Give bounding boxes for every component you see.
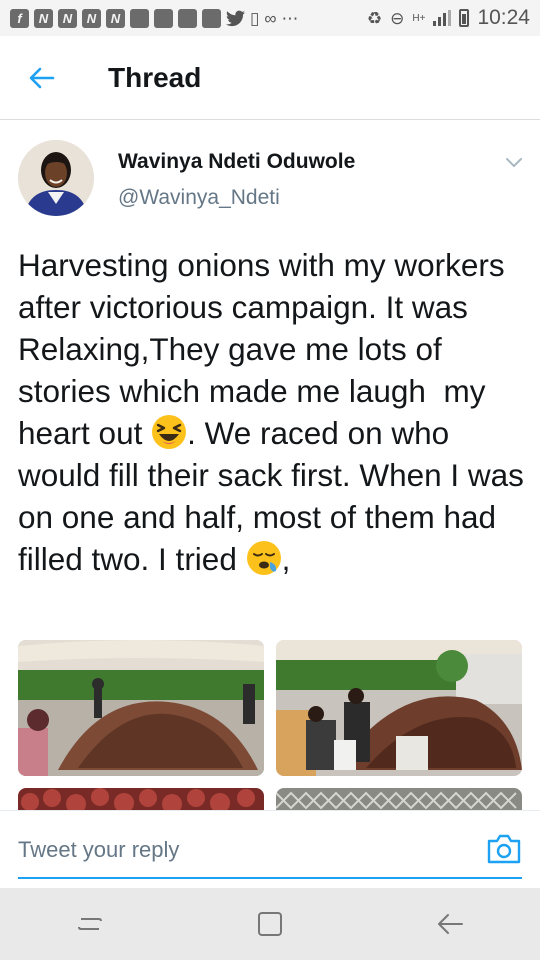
- back-icon: [438, 914, 463, 934]
- network-type-label: H+: [412, 12, 426, 24]
- twitter-icon: [226, 10, 245, 26]
- tweet-text: Harvesting onions with my workers after …: [18, 244, 528, 580]
- onion-harvest-photo-2: [276, 640, 522, 776]
- app-icon: [130, 8, 149, 28]
- system-icons: ♻ ⊖ H+ 10:24: [367, 6, 530, 30]
- voicemail-icon: ∞: [264, 8, 277, 28]
- recent-apps-icon: [78, 918, 102, 930]
- header: Thread: [0, 36, 540, 120]
- back-arrow-icon: [29, 67, 55, 88]
- home-button[interactable]: [240, 894, 300, 954]
- clock: 10:24: [477, 6, 530, 29]
- tweet: Wavinya Ndeti Oduwole @Wavinya_Ndeti Har…: [0, 120, 540, 818]
- author-handle[interactable]: @Wavinya_Ndeti: [118, 186, 280, 210]
- battery-icon: [459, 9, 470, 27]
- camera-icon[interactable]: [486, 833, 522, 865]
- onion-harvest-photo-1: [18, 640, 264, 776]
- status-bar: f N N N N ▯ ∞ ⋯ ♻ ⊖ H+ 10:24: [0, 0, 540, 36]
- reply-input[interactable]: Tweet your reply: [18, 837, 179, 863]
- avatar-image: [18, 140, 94, 216]
- n-icon: N: [106, 8, 125, 28]
- page-title: Thread: [108, 61, 202, 93]
- n-icon: N: [58, 8, 77, 28]
- tweet-author-row: Wavinya Ndeti Oduwole @Wavinya_Ndeti: [0, 120, 540, 220]
- n-icon: N: [34, 8, 53, 28]
- signal-icon: [433, 10, 452, 26]
- app-icon: [154, 8, 173, 28]
- reply-input-underline: [18, 877, 522, 879]
- recent-apps-button[interactable]: [60, 894, 120, 954]
- recycle-icon: ♻: [366, 8, 383, 28]
- app-icon: [202, 8, 221, 28]
- tweet-photo-2[interactable]: [276, 640, 522, 776]
- reply-bar: Tweet your reply: [0, 810, 540, 889]
- chevron-down-icon[interactable]: [500, 148, 528, 176]
- thread-screen: f N N N N ▯ ∞ ⋯ ♻ ⊖ H+ 10:24 Thread Wavi…: [0, 0, 540, 960]
- author-display-name[interactable]: Wavinya Ndeti Oduwole: [118, 150, 355, 174]
- facebook-icon: f: [10, 8, 29, 28]
- minus-circle-icon: ⊖: [390, 8, 405, 28]
- alert-icon: ▯: [250, 8, 260, 28]
- back-button[interactable]: [0, 36, 84, 120]
- notification-icons: f N N N N ▯ ∞ ⋯: [10, 8, 299, 28]
- system-back-button[interactable]: [420, 894, 480, 954]
- tweet-photo-1[interactable]: [18, 640, 264, 776]
- app-icon: [178, 8, 197, 28]
- system-nav-bar: [0, 888, 540, 960]
- n-icon: N: [82, 8, 101, 28]
- laughing-face-icon: [152, 415, 187, 449]
- avatar[interactable]: [18, 140, 94, 216]
- more-dots-icon: ⋯: [281, 8, 299, 28]
- tweet-text-part-3: ,: [281, 541, 291, 577]
- sleepy-face-icon: [246, 541, 281, 575]
- home-icon: [258, 912, 282, 936]
